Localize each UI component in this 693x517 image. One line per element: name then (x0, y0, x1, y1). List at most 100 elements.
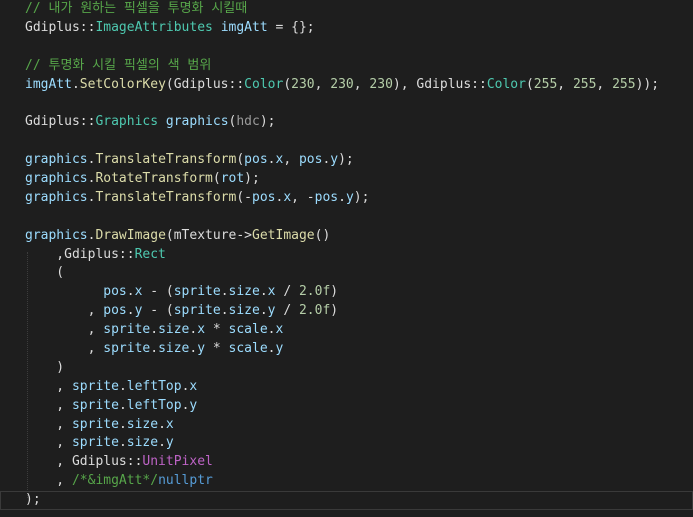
code-token: size (158, 341, 190, 357)
code-token: y (330, 152, 339, 168)
code-line[interactable]: , sprite.leftTop.y (25, 397, 693, 416)
code-line[interactable]: // 투명화 시킬 픽셀의 색 범위 (25, 57, 693, 76)
code-token: . (220, 284, 229, 300)
code-line[interactable]: graphics.RotateTransform(rot); (25, 170, 693, 189)
code-line[interactable]: pos.x - (sprite.size.x / 2.0f) (25, 283, 693, 302)
code-token: graphics (25, 189, 88, 205)
code-token: y (189, 397, 198, 413)
code-token: Gdiplus (25, 19, 80, 35)
code-line[interactable]: , Gdiplus::UnitPixel (25, 453, 693, 472)
code-token: SetColorKey (79, 76, 166, 92)
code-token: 2.0f (298, 303, 331, 319)
code-token: 230 (291, 76, 315, 92)
code-token: , (25, 416, 72, 432)
code-token: , (25, 378, 72, 394)
code-token: -> (236, 227, 253, 243)
code-token: ); (25, 492, 41, 508)
code-token: pos (103, 303, 127, 319)
code-line[interactable]: imgAtt.SetColorKey(Gdiplus::Color(230, 2… (25, 76, 693, 95)
code-token: TranslateTransform (95, 189, 237, 205)
code-token: pos (298, 152, 323, 168)
code-token: ( (236, 152, 245, 168)
code-line[interactable]: ( (25, 264, 693, 283)
code-token: . (267, 341, 276, 357)
current-code-line[interactable]: ); (0, 491, 693, 511)
code-token: sprite (71, 435, 119, 451)
code-area[interactable]: // 내가 원하는 픽셀을 투명화 시킬때Gdiplus::ImageAttri… (0, 0, 693, 511)
code-token: /*&imgAtt*/ (71, 473, 159, 489)
code-token: graphics (25, 171, 88, 187)
code-line[interactable]: , /*&imgAtt*/nullptr (25, 472, 693, 491)
code-token: ImageAttributes (95, 19, 213, 35)
code-token: x (275, 322, 284, 338)
code-token: ( (283, 76, 292, 92)
code-token: , (25, 397, 72, 413)
code-token: . (158, 435, 166, 451)
code-token: graphics (25, 227, 88, 243)
code-token: , (596, 76, 613, 92)
code-token: Gdiplus (25, 114, 80, 130)
code-line[interactable]: , sprite.size.y * scale.y (25, 340, 693, 359)
code-token: , (314, 76, 331, 92)
code-line[interactable] (25, 132, 693, 151)
code-line[interactable] (25, 94, 693, 113)
code-line[interactable]: Gdiplus::ImageAttributes imgAtt = {}; (25, 19, 693, 38)
code-line[interactable]: , sprite.size.x (25, 416, 693, 435)
code-token: . (126, 284, 135, 300)
code-line[interactable]: , sprite.leftTop.x (25, 378, 693, 397)
code-token: . (338, 189, 346, 205)
code-line[interactable]: , sprite.size.y (25, 434, 693, 453)
code-token: Graphics (95, 114, 159, 130)
code-token: 255 (533, 76, 558, 92)
code-token: ); (353, 189, 370, 205)
code-line[interactable] (25, 38, 693, 57)
code-token: ); (259, 114, 276, 130)
code-token: pos (252, 189, 276, 205)
code-line[interactable]: , sprite.size.x * scale.x (25, 321, 693, 340)
code-token: x (189, 378, 198, 394)
code-token: * (205, 341, 229, 357)
code-token: - ( (142, 303, 174, 319)
code-token: . (118, 378, 127, 394)
code-line[interactable] (25, 208, 693, 227)
code-token: sprite (71, 416, 119, 432)
code-token: UnitPixel (142, 454, 213, 470)
code-token: - ( (142, 284, 174, 300)
code-token: size (158, 322, 190, 338)
code-token: sprite (173, 303, 221, 319)
code-token: Color (244, 76, 284, 92)
code-token: Rect (134, 246, 166, 262)
code-token: , (25, 473, 72, 489)
code-token: , (283, 152, 299, 168)
code-token: hdc (236, 114, 260, 130)
code-token: , (25, 303, 104, 319)
code-line[interactable]: ,Gdiplus::Rect (25, 246, 693, 265)
code-token: 230 (369, 76, 393, 92)
code-token: * (205, 322, 229, 338)
code-token: sprite (103, 322, 151, 338)
code-line[interactable]: graphics.TranslateTransform(pos.x, pos.y… (25, 151, 693, 170)
code-editor[interactable]: // 내가 원하는 픽셀을 투명화 시킬때Gdiplus::ImageAttri… (0, 0, 693, 517)
code-token: y (197, 341, 206, 357)
code-token: TranslateTransform (95, 152, 237, 168)
code-token: ) (330, 303, 339, 319)
code-token: , - (291, 189, 315, 205)
code-token: leftTop (126, 397, 182, 413)
code-line[interactable]: // 내가 원하는 픽셀을 투명화 시킬때 (25, 0, 693, 19)
code-line[interactable]: Gdiplus::Graphics graphics(hdc); (25, 113, 693, 132)
code-line[interactable]: graphics.TranslateTransform(-pos.x, -pos… (25, 189, 693, 208)
code-token: RotateTransform (95, 171, 213, 187)
code-token: size (228, 284, 260, 300)
code-token: ) (25, 359, 65, 375)
code-line[interactable]: ) (25, 359, 693, 378)
code-line[interactable]: , pos.y - (sprite.size.y / 2.0f) (25, 302, 693, 321)
code-token: // 내가 원하는 픽셀을 투명화 시킬때 (25, 1, 248, 16)
code-token: mTexture (173, 227, 237, 243)
code-token: . (259, 284, 268, 300)
code-token: // 투명화 시킬 픽셀의 색 범위 (25, 57, 212, 73)
code-token: / (275, 284, 299, 300)
code-line[interactable]: graphics.DrawImage(mTexture->GetImage() (25, 227, 693, 246)
code-token: = {}; (267, 19, 315, 35)
code-token: y (165, 435, 174, 451)
